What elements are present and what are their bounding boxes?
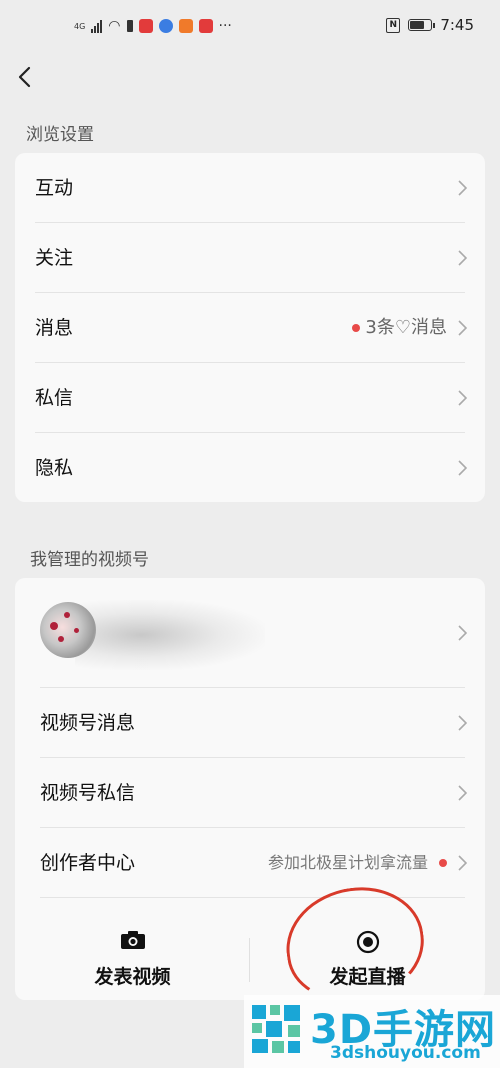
- messages-hint-text: 3条♡消息: [365, 317, 447, 338]
- clock: 7:45: [440, 16, 474, 34]
- camera-icon: [120, 931, 145, 949]
- publish-video-label: 发表视频: [94, 966, 171, 988]
- messages-hint: 3条♡消息: [352, 293, 447, 363]
- chevron-right-icon: [458, 180, 467, 196]
- settings-item-label: 隐私: [35, 457, 74, 479]
- nfc-icon: N: [386, 17, 401, 33]
- channel-item-label: 创作者中心: [40, 852, 136, 874]
- channel-item-label: 视频号消息: [40, 712, 136, 734]
- settings-item-privacy[interactable]: 隐私: [15, 433, 485, 503]
- publish-video-button[interactable]: 发表视频: [15, 896, 250, 1000]
- settings-item-messages[interactable]: 消息 3条♡消息: [15, 293, 485, 363]
- settings-item-follow[interactable]: 关注: [15, 223, 485, 293]
- settings-item-label: 消息: [35, 317, 74, 339]
- chevron-right-icon: [458, 390, 467, 406]
- settings-item-interaction[interactable]: 互动: [15, 153, 485, 223]
- settings-item-label: 关注: [35, 247, 74, 269]
- battery-icon: [408, 19, 436, 31]
- watermark-logo-icon: [252, 1005, 300, 1053]
- app-notification-icon: [138, 19, 153, 33]
- chevron-right-icon: [458, 785, 467, 801]
- chevron-right-icon: [458, 250, 467, 266]
- status-bar: 4G ◠ ··· N 7:45: [0, 0, 500, 58]
- channel-item-private-messages[interactable]: 视频号私信: [15, 758, 485, 828]
- unread-dot: [439, 859, 447, 867]
- status-left: 4G ◠ ···: [74, 18, 232, 34]
- settings-item-label: 互动: [35, 177, 74, 199]
- watermark: 3D手游网 3dshouyou.com: [244, 995, 500, 1068]
- chevron-right-icon: [458, 715, 467, 731]
- channel-item-label: 视频号私信: [40, 782, 136, 804]
- status-right: N 7:45: [386, 16, 474, 34]
- network-type: 4G: [74, 21, 86, 31]
- app-notification-icon: [178, 19, 193, 33]
- channel-item-creator-center[interactable]: 创作者中心 参加北极星计划拿流量: [15, 828, 485, 898]
- settings-item-label: 私信: [35, 387, 74, 409]
- battery-small-icon: [126, 20, 133, 32]
- back-button[interactable]: [14, 62, 38, 92]
- chevron-right-icon: [458, 625, 467, 641]
- channel-profile-row[interactable]: [15, 578, 485, 688]
- chevron-right-icon: [458, 855, 467, 871]
- more-notifications: ···: [218, 18, 232, 34]
- app-notification-icon: [158, 19, 173, 33]
- chevron-left-icon: [18, 66, 31, 88]
- chevron-right-icon: [458, 320, 467, 336]
- wifi-icon: ◠: [108, 18, 121, 34]
- app-notification-icon: [198, 19, 213, 33]
- settings-item-private-messages[interactable]: 私信: [15, 363, 485, 433]
- browse-settings-card: 互动 关注 消息 3条♡消息 私信 隐私: [15, 153, 485, 502]
- channel-item-messages[interactable]: 视频号消息: [15, 688, 485, 758]
- unread-dot: [352, 324, 361, 332]
- browse-section-title: 浏览设置: [26, 125, 94, 145]
- chevron-right-icon: [458, 460, 467, 476]
- channel-name-blurred: [75, 600, 265, 670]
- watermark-domain: 3dshouyou.com: [330, 1043, 481, 1063]
- signal-icon: [91, 19, 103, 33]
- channel-avatar: [40, 602, 96, 658]
- channels-section-title: 我管理的视频号: [30, 550, 149, 570]
